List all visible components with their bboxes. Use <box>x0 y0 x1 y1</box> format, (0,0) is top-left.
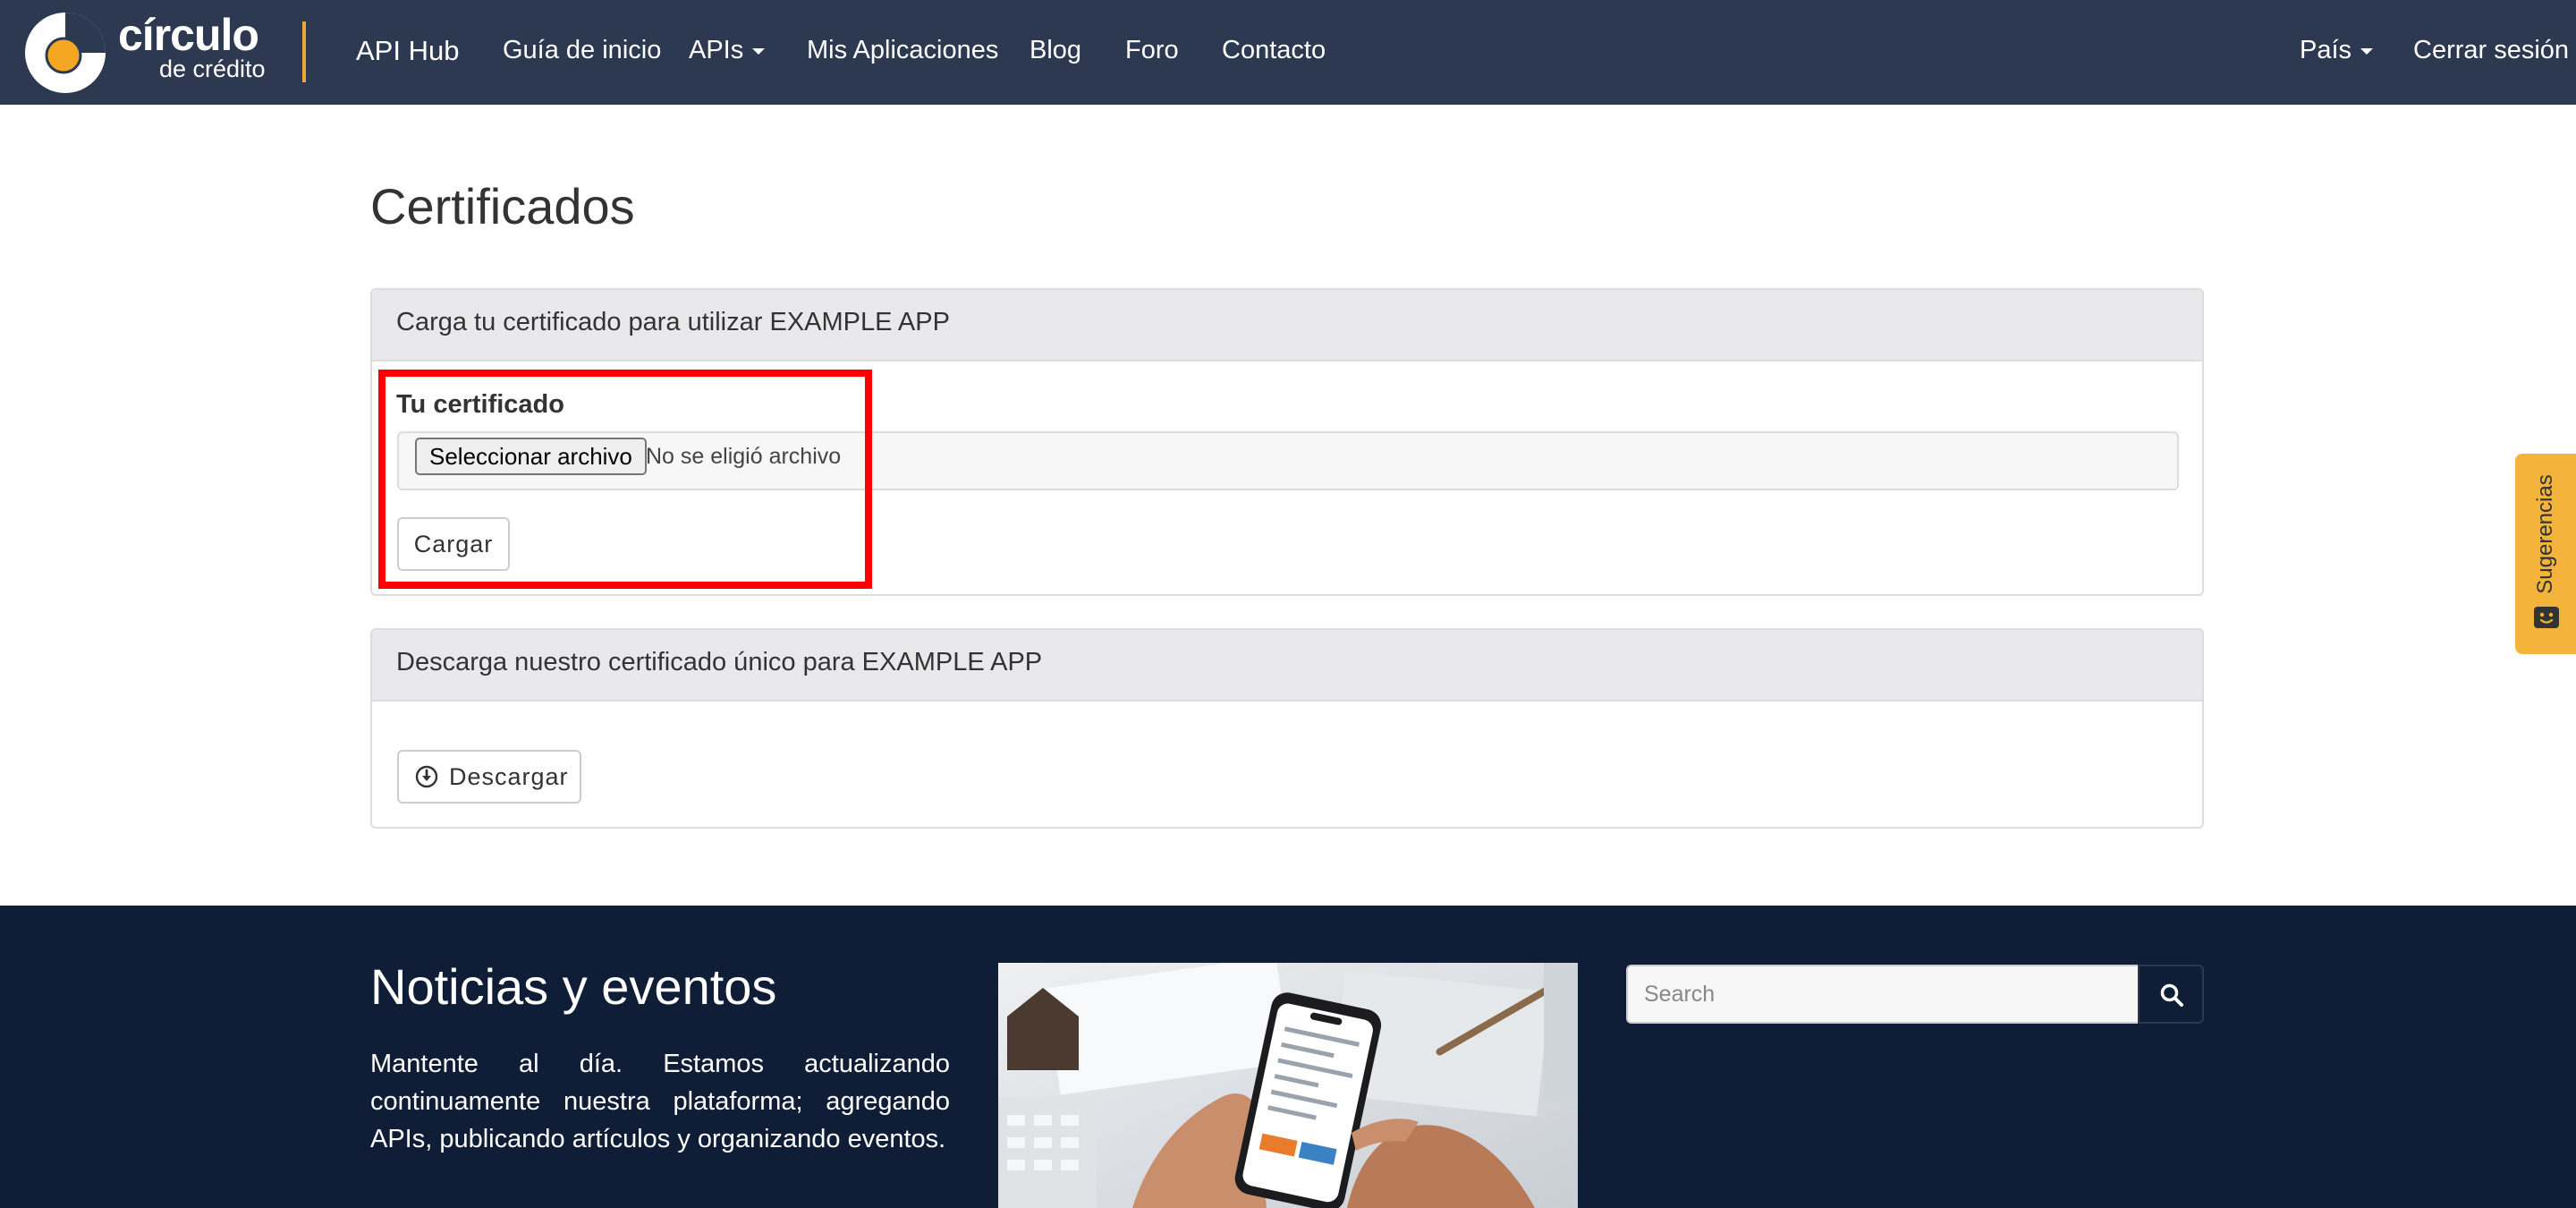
brand-divider <box>302 21 306 82</box>
download-button[interactable]: Descargar <box>397 750 581 804</box>
file-status-text: No se eligió archivo <box>646 444 842 469</box>
download-button-label: Descargar <box>449 763 569 790</box>
certificate-field-label: Tu certificado <box>396 390 564 419</box>
nav-apis-dropdown[interactable]: APIs <box>689 34 766 66</box>
caret-down-icon <box>752 47 766 55</box>
upload-button[interactable]: Cargar <box>397 517 510 571</box>
upload-certificate-panel: Carga tu certificado para utilizar EXAMP… <box>370 288 2204 596</box>
download-certificate-panel: Descarga nuestro certificado único para … <box>370 628 2204 829</box>
brand-subtitle: de crédito <box>159 55 266 82</box>
search-input[interactable] <box>1626 965 2138 1024</box>
nav-api-hub[interactable]: API Hub <box>356 34 459 69</box>
chat-face-icon <box>2534 607 2559 628</box>
nav-pais-label: País <box>2300 36 2352 64</box>
feedback-tab[interactable]: Sugerencias <box>2515 454 2576 654</box>
search-icon <box>2160 983 2183 1007</box>
nav-foro[interactable]: Foro <box>1125 34 1179 66</box>
phone-in-hands-illustration <box>998 963 1578 1208</box>
select-file-button[interactable]: Seleccionar archivo <box>415 438 647 475</box>
news-events-text: Mantente al día. Estamos actualizando co… <box>370 1050 950 1153</box>
news-events-title: Noticias y eventos <box>370 958 777 1015</box>
nav-guia-de-inicio[interactable]: Guía de inicio <box>503 34 661 66</box>
download-circle-icon <box>415 765 438 788</box>
certificate-file-input[interactable]: Seleccionar archivo No se eligió archivo <box>397 431 2179 490</box>
nav-pais-dropdown[interactable]: País <box>2300 34 2374 66</box>
nav-apis-label: APIs <box>689 36 744 64</box>
news-image <box>998 963 1578 1208</box>
brand-logo[interactable]: círculo de crédito <box>23 10 309 95</box>
download-panel-heading: Descarga nuestro certificado único para … <box>372 630 2202 702</box>
upload-panel-heading: Carga tu certificado para utilizar EXAMP… <box>372 290 2202 362</box>
search-button[interactable] <box>2138 965 2204 1024</box>
feedback-tab-label: Sugerencias <box>2533 474 2557 594</box>
brand-name: círculo <box>118 10 259 60</box>
top-navbar: círculo de crédito API Hub Guía de inici… <box>0 0 2576 105</box>
page-title: Certificados <box>370 178 635 234</box>
circulo-logo-icon <box>25 13 106 93</box>
nav-blog[interactable]: Blog <box>1030 34 1081 66</box>
caret-down-icon <box>2360 47 2374 55</box>
nav-cerrar-sesion[interactable]: Cerrar sesión <box>2413 34 2569 66</box>
nav-contacto[interactable]: Contacto <box>1222 34 1326 66</box>
footer: Noticias y eventos Mantente al día. Esta… <box>0 906 2576 1208</box>
nav-mis-aplicaciones[interactable]: Mis Aplicaciones <box>807 34 998 66</box>
